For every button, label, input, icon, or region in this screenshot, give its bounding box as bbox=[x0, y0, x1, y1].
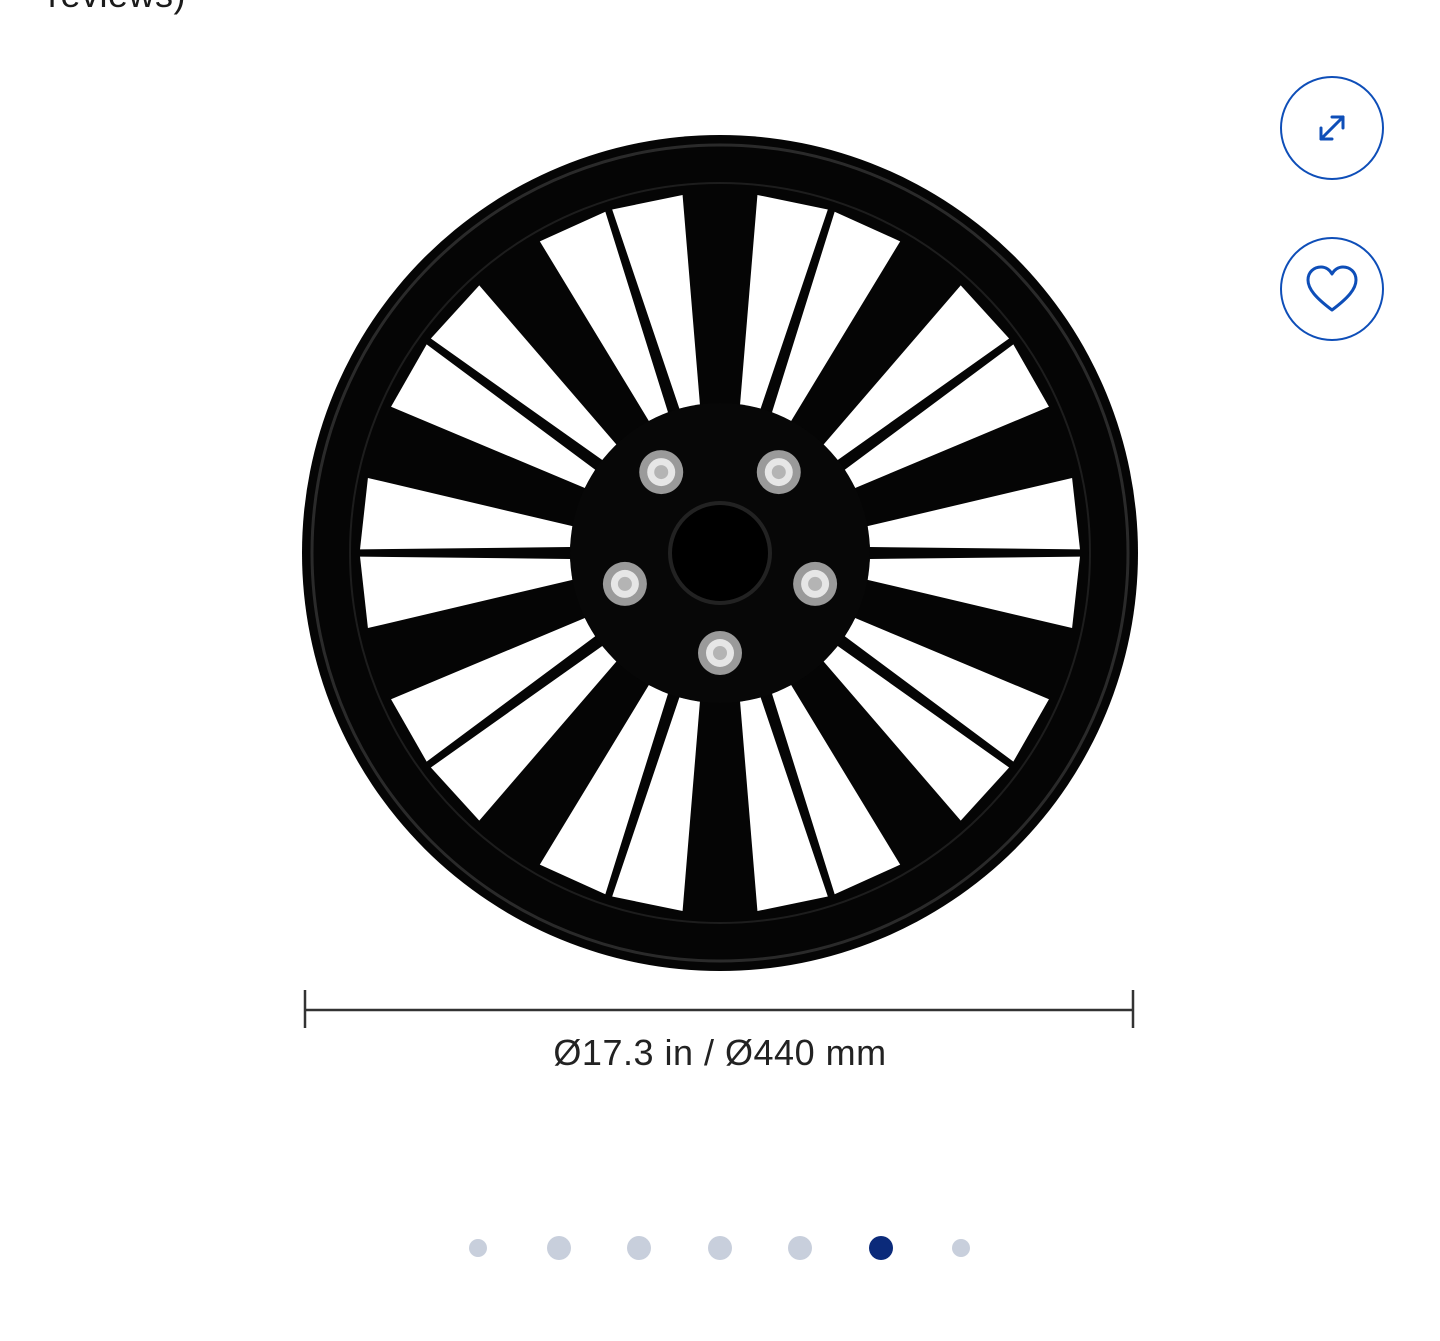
carousel-dot[interactable] bbox=[868, 1236, 893, 1260]
dimension-label: Ø17.3 in / Ø440 mm bbox=[553, 1032, 887, 1073]
carousel-dot[interactable] bbox=[707, 1236, 732, 1260]
product-image bbox=[280, 130, 1160, 1090]
dimension-line bbox=[303, 990, 1135, 1028]
heart-icon bbox=[1306, 265, 1358, 312]
expand-image-button[interactable] bbox=[1280, 76, 1384, 180]
carousel-pagination bbox=[0, 1230, 1440, 1266]
carousel-dot[interactable] bbox=[469, 1239, 487, 1257]
reviews-count-text: reviews) bbox=[48, 0, 186, 16]
carousel-dot[interactable] bbox=[788, 1236, 812, 1260]
carousel-dot[interactable] bbox=[952, 1239, 970, 1257]
expand-arrows-icon bbox=[1319, 115, 1345, 141]
add-to-favorites-button[interactable] bbox=[1280, 237, 1384, 341]
carousel-dot[interactable] bbox=[546, 1236, 571, 1260]
wheel-cover-illustration bbox=[302, 135, 1138, 1028]
carousel-dot[interactable] bbox=[627, 1236, 651, 1260]
